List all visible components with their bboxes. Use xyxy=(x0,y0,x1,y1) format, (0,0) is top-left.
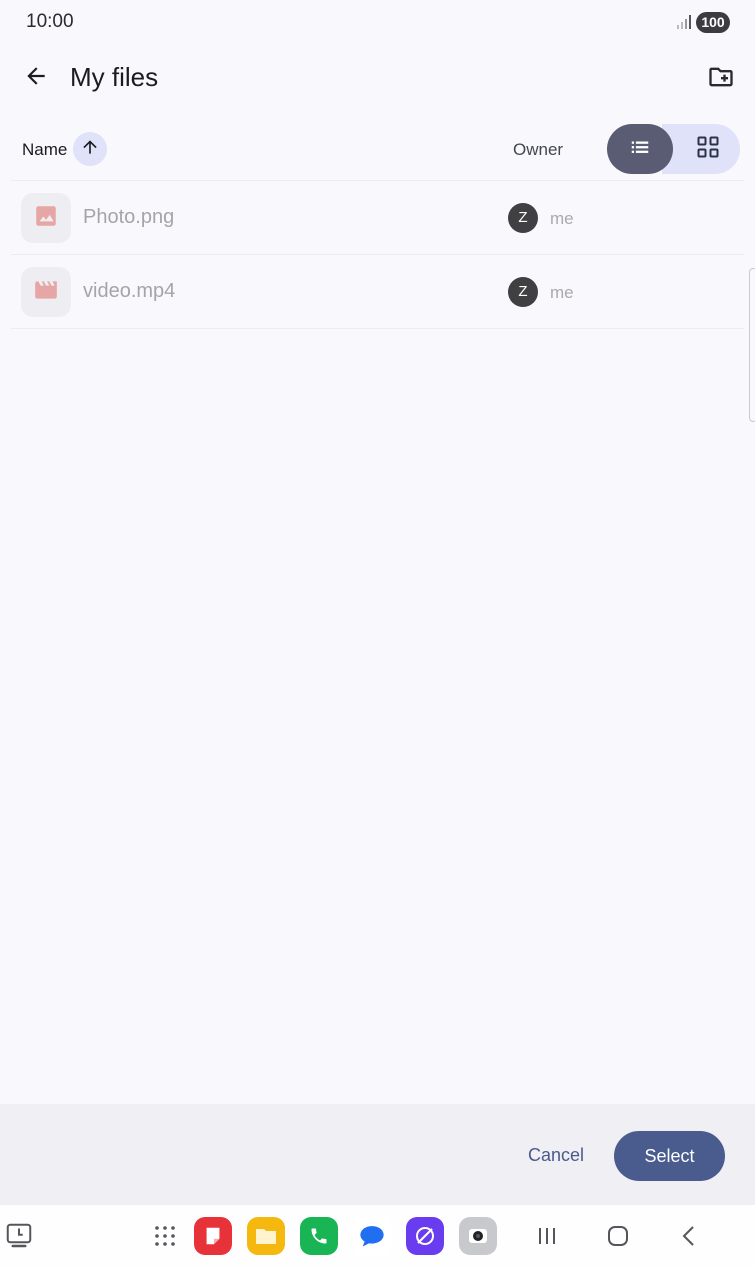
avatar: Z xyxy=(508,277,538,307)
notes-app-icon[interactable] xyxy=(194,1217,232,1255)
file-thumbnail xyxy=(21,267,71,317)
files-app-icon[interactable] xyxy=(247,1217,285,1255)
recents-nav-icon[interactable] xyxy=(528,1217,566,1255)
owner-column-header: Owner xyxy=(513,140,564,159)
arrow-left-icon xyxy=(23,63,49,94)
name-column-header[interactable]: Name xyxy=(22,140,67,160)
taskbar xyxy=(0,1205,755,1266)
image-icon xyxy=(33,203,59,234)
file-list: Photo.png Z me video.mp4 Z me xyxy=(11,180,744,329)
app-bar: My files xyxy=(0,52,755,106)
select-button[interactable]: Select xyxy=(614,1131,725,1181)
internet-app-icon[interactable] xyxy=(406,1217,444,1255)
new-folder-button[interactable] xyxy=(704,62,738,96)
list-view-icon xyxy=(629,136,651,163)
sort-direction-button[interactable] xyxy=(73,132,107,166)
recent-apps-icon[interactable] xyxy=(0,1217,38,1255)
page-title: My files xyxy=(70,62,159,92)
messages-app-icon[interactable] xyxy=(353,1217,391,1255)
phone-app-icon[interactable] xyxy=(300,1217,338,1255)
status-time: 10:00 xyxy=(26,11,74,32)
list-item[interactable]: video.mp4 Z me xyxy=(11,255,744,329)
list-view-button[interactable] xyxy=(607,124,673,174)
app-drawer-icon[interactable] xyxy=(146,1217,184,1255)
scroll-handle[interactable] xyxy=(749,268,755,422)
back-button[interactable] xyxy=(18,60,54,96)
file-thumbnail xyxy=(21,193,71,243)
list-header: Name Owner xyxy=(0,120,755,178)
home-nav-icon[interactable] xyxy=(599,1217,637,1255)
back-nav-icon[interactable] xyxy=(670,1217,708,1255)
owner-name: me xyxy=(550,209,574,228)
battery-indicator: 100 xyxy=(696,12,730,33)
grid-view-button[interactable] xyxy=(662,124,740,174)
list-item[interactable]: Photo.png Z me xyxy=(11,181,744,255)
signal-icon xyxy=(677,15,693,29)
arrow-up-icon xyxy=(80,137,100,162)
file-name: Photo.png xyxy=(83,206,175,228)
file-name: video.mp4 xyxy=(83,280,176,302)
movie-icon xyxy=(33,277,59,308)
view-toggle xyxy=(607,124,740,174)
owner-name: me xyxy=(550,283,574,302)
grid-view-icon xyxy=(696,135,720,164)
status-bar: 10:00 100 xyxy=(0,0,755,44)
cancel-button[interactable]: Cancel xyxy=(514,1131,598,1179)
camera-app-icon[interactable] xyxy=(459,1217,497,1255)
create-new-folder-icon xyxy=(707,63,735,96)
action-bar: Cancel Select xyxy=(0,1104,755,1205)
avatar: Z xyxy=(508,203,538,233)
